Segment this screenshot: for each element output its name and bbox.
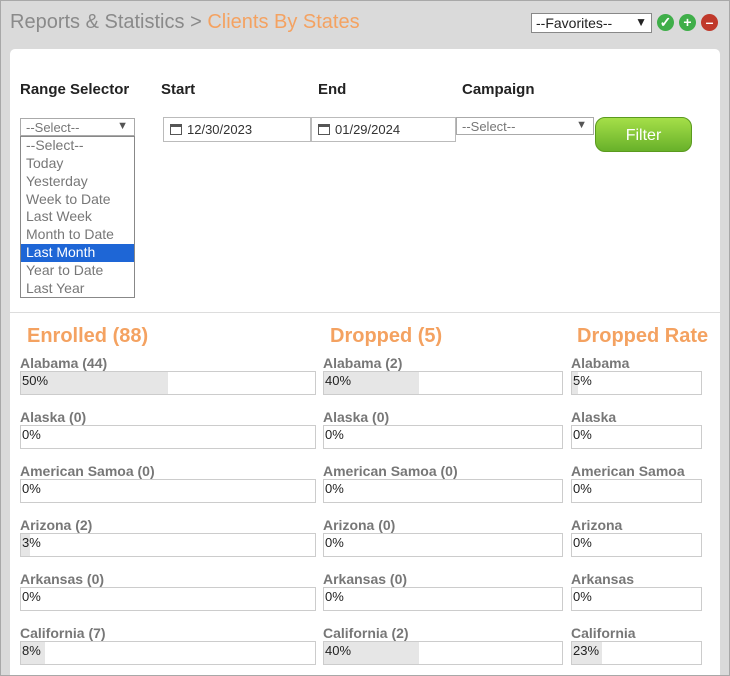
enrolled-state-label: Arkansas (0) bbox=[20, 571, 105, 587]
dropped-progress-bar: 0% bbox=[323, 533, 563, 557]
rate-percent: 0% bbox=[573, 589, 592, 604]
dropped-state-label: Arkansas (0) bbox=[323, 571, 408, 587]
filter-button[interactable]: Filter bbox=[595, 117, 692, 152]
report-panel: Range Selector Start End Campaign --Sele… bbox=[10, 49, 720, 675]
rate-state-label: Arkansas bbox=[571, 571, 635, 587]
plus-icon[interactable]: + bbox=[679, 14, 696, 31]
breadcrumb-separator: > bbox=[184, 11, 208, 33]
rate-percent: 5% bbox=[573, 373, 592, 388]
campaign-value: --Select-- bbox=[462, 119, 516, 134]
start-label: Start bbox=[161, 81, 196, 98]
dropped-percent: 40% bbox=[325, 643, 352, 658]
chevron-down-icon: ▼ bbox=[635, 15, 647, 29]
rate-percent: 23% bbox=[573, 643, 600, 658]
end-label: End bbox=[318, 81, 347, 98]
dropped-progress-bar: 0% bbox=[323, 587, 563, 611]
rate-percent: 0% bbox=[573, 535, 592, 550]
dropped-percent: 0% bbox=[325, 535, 344, 550]
dropped-state-label: Alaska (0) bbox=[323, 409, 390, 425]
chevron-down-icon: ▼ bbox=[117, 120, 128, 132]
range-selector-dropdown: --Select-- Today Yesterday Week to Date Last… bbox=[20, 136, 135, 298]
enrolled-percent: 0% bbox=[22, 589, 41, 604]
report-window: Reports & Statistics > Clients By States… bbox=[0, 0, 730, 676]
chevron-down-icon: ▼ bbox=[576, 119, 587, 131]
favorites-select[interactable]: --Favorites-- ▼ bbox=[531, 13, 652, 33]
range-option[interactable]: Last Month bbox=[21, 244, 134, 262]
enrolled-progress-bar: 50% bbox=[20, 371, 316, 395]
enrolled-percent: 3% bbox=[22, 535, 41, 550]
start-date-value: 12/30/2023 bbox=[187, 122, 253, 137]
dropped-header: Dropped (5) bbox=[330, 325, 443, 347]
favorites-value: --Favorites-- bbox=[536, 15, 613, 31]
dropped-percent: 40% bbox=[325, 373, 352, 388]
enrolled-state-label: Alaska (0) bbox=[20, 409, 87, 425]
range-selector[interactable]: --Select-- ▼ bbox=[20, 118, 135, 136]
calendar-icon bbox=[318, 124, 330, 135]
dropped-percent: 0% bbox=[325, 427, 344, 442]
end-date-value: 01/29/2024 bbox=[335, 122, 401, 137]
rate-state-label: Alaska bbox=[571, 409, 617, 425]
dropped-state-label: American Samoa (0) bbox=[323, 463, 458, 479]
rate-progress-bar: 23% bbox=[571, 641, 702, 665]
range-option[interactable]: Yesterday bbox=[21, 173, 134, 191]
enrolled-progress-bar: 0% bbox=[20, 425, 316, 449]
rate-progress-bar: 0% bbox=[571, 479, 702, 503]
rate-progress-bar: 0% bbox=[571, 587, 702, 611]
divider bbox=[10, 312, 720, 313]
breadcrumb-current: Clients By States bbox=[207, 11, 360, 33]
rate-state-label: American Samoa bbox=[571, 463, 685, 479]
range-option[interactable]: Year to Date bbox=[21, 262, 134, 280]
enrolled-progress-bar: 3% bbox=[20, 533, 316, 557]
enrolled-header: Enrolled (88) bbox=[27, 325, 149, 347]
minus-icon[interactable]: – bbox=[701, 14, 718, 31]
enrolled-state-label: American Samoa (0) bbox=[20, 463, 155, 479]
dropped-progress-bar: 0% bbox=[323, 425, 563, 449]
check-icon[interactable]: ✓ bbox=[657, 14, 674, 31]
enrolled-percent: 0% bbox=[22, 427, 41, 442]
range-option[interactable]: Today bbox=[21, 155, 134, 173]
rate-progress-bar: 0% bbox=[571, 533, 702, 557]
rate-percent: 0% bbox=[573, 481, 592, 496]
enrolled-progress-bar: 0% bbox=[20, 479, 316, 503]
start-date-input[interactable]: 12/30/2023 bbox=[163, 117, 311, 142]
dropped-progress-bar: 0% bbox=[323, 479, 563, 503]
range-option[interactable]: Month to Date bbox=[21, 226, 134, 244]
range-option[interactable]: Last Week bbox=[21, 208, 134, 226]
breadcrumb-parent[interactable]: Reports & Statistics bbox=[10, 11, 185, 33]
enrolled-progress-bar: 8% bbox=[20, 641, 316, 665]
top-bar: Reports & Statistics > Clients By States… bbox=[1, 1, 729, 45]
dropped-progress-bar: 40% bbox=[323, 371, 563, 395]
dropped-state-label: Arizona (0) bbox=[323, 517, 396, 533]
enrolled-percent: 8% bbox=[22, 643, 41, 658]
rate-percent: 0% bbox=[573, 427, 592, 442]
dropped-state-label: California (2) bbox=[323, 625, 409, 641]
rate-state-label: California bbox=[571, 625, 636, 641]
dropped-percent: 0% bbox=[325, 481, 344, 496]
enrolled-state-label: California (7) bbox=[20, 625, 106, 641]
dropped-state-label: Alabama (2) bbox=[323, 355, 403, 371]
breadcrumb: Reports & Statistics > Clients By States bbox=[10, 11, 360, 34]
rate-state-label: Arizona bbox=[571, 517, 623, 533]
dropped-percent: 0% bbox=[325, 589, 344, 604]
end-date-input[interactable]: 01/29/2024 bbox=[311, 117, 456, 142]
campaign-label: Campaign bbox=[462, 81, 535, 98]
dropped-progress-bar: 40% bbox=[323, 641, 563, 665]
range-option[interactable]: Last Year bbox=[21, 280, 134, 298]
enrolled-percent: 50% bbox=[22, 373, 49, 388]
range-option[interactable]: Week to Date bbox=[21, 191, 134, 209]
range-selector-label: Range Selector bbox=[20, 81, 130, 98]
rate-progress-bar: 5% bbox=[571, 371, 702, 395]
campaign-select[interactable]: --Select-- ▼ bbox=[456, 117, 594, 135]
rate-state-label: Alabama bbox=[571, 355, 630, 371]
dropped-rate-header: Dropped Rate bbox=[577, 325, 709, 347]
enrolled-percent: 0% bbox=[22, 481, 41, 496]
enrolled-progress-bar: 0% bbox=[20, 587, 316, 611]
range-selector-value: --Select-- bbox=[26, 120, 80, 135]
enrolled-state-label: Alabama (44) bbox=[20, 355, 108, 371]
enrolled-state-label: Arizona (2) bbox=[20, 517, 93, 533]
range-option[interactable]: --Select-- bbox=[21, 137, 134, 155]
calendar-icon bbox=[170, 124, 182, 135]
rate-progress-bar: 0% bbox=[571, 425, 702, 449]
